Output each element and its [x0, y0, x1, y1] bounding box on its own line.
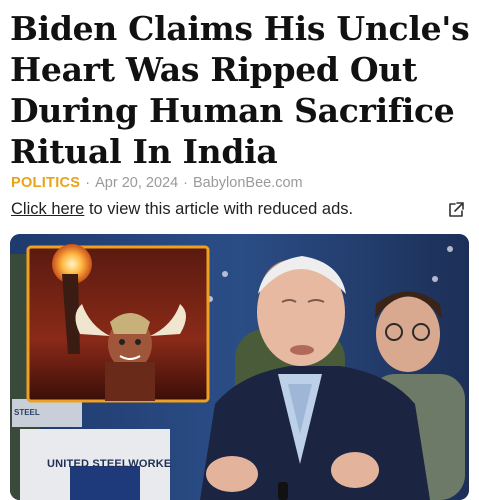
meta-separator: ·	[85, 175, 91, 191]
article-source: BabylonBee.com	[193, 175, 303, 191]
reduced-ads-text: to view this article with reduced ads.	[88, 200, 354, 218]
podium-banner-text: UNITED STEELWORKE	[47, 458, 172, 470]
reduced-ads-link[interactable]: Click here	[11, 200, 84, 218]
article-meta: POLITICS · Apr 20, 2024 · BabylonBee.com	[11, 175, 303, 191]
reduced-ads-notice: Click here to view this article with red…	[11, 200, 467, 222]
meta-separator: ·	[183, 175, 188, 191]
article-headline: Biden Claims His Uncle's Heart Was Rippe…	[10, 9, 470, 171]
steel-sign-text: STEEL	[14, 408, 40, 417]
external-link-icon[interactable]	[447, 201, 465, 219]
article-date: Apr 20, 2024	[95, 175, 179, 191]
category-tag[interactable]: POLITICS	[11, 175, 80, 191]
